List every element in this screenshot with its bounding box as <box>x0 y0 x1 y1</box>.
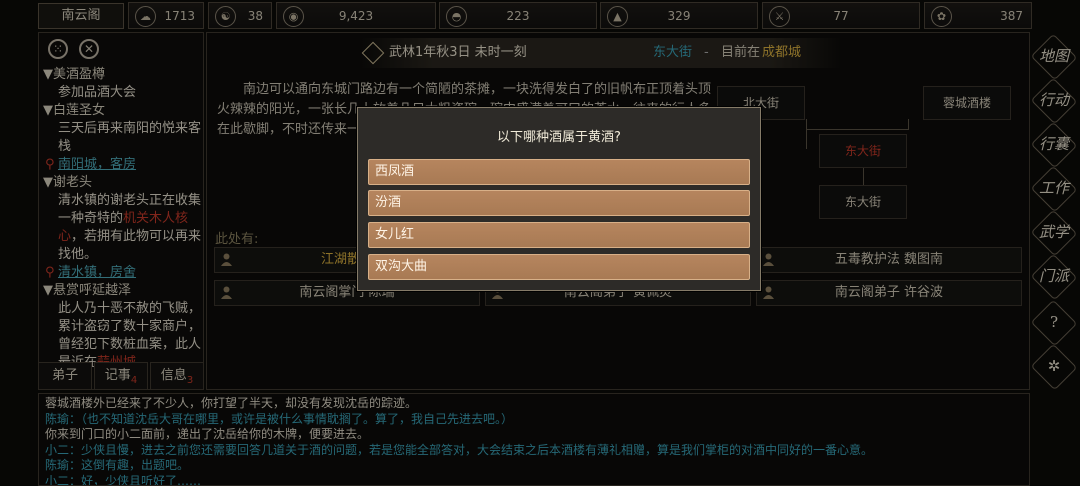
quiz-question: 以下哪种酒属于黄酒? <box>497 130 621 145</box>
quiz-dialog: 以下哪种酒属于黄酒? 西凤酒 汾酒 女儿红 双沟大曲 <box>357 107 761 291</box>
answer-option[interactable]: 西凤酒 <box>368 159 750 185</box>
answer-option[interactable]: 双沟大曲 <box>368 254 750 280</box>
answer-option[interactable]: 女儿红 <box>368 222 750 248</box>
answer-option[interactable]: 汾酒 <box>368 190 750 216</box>
